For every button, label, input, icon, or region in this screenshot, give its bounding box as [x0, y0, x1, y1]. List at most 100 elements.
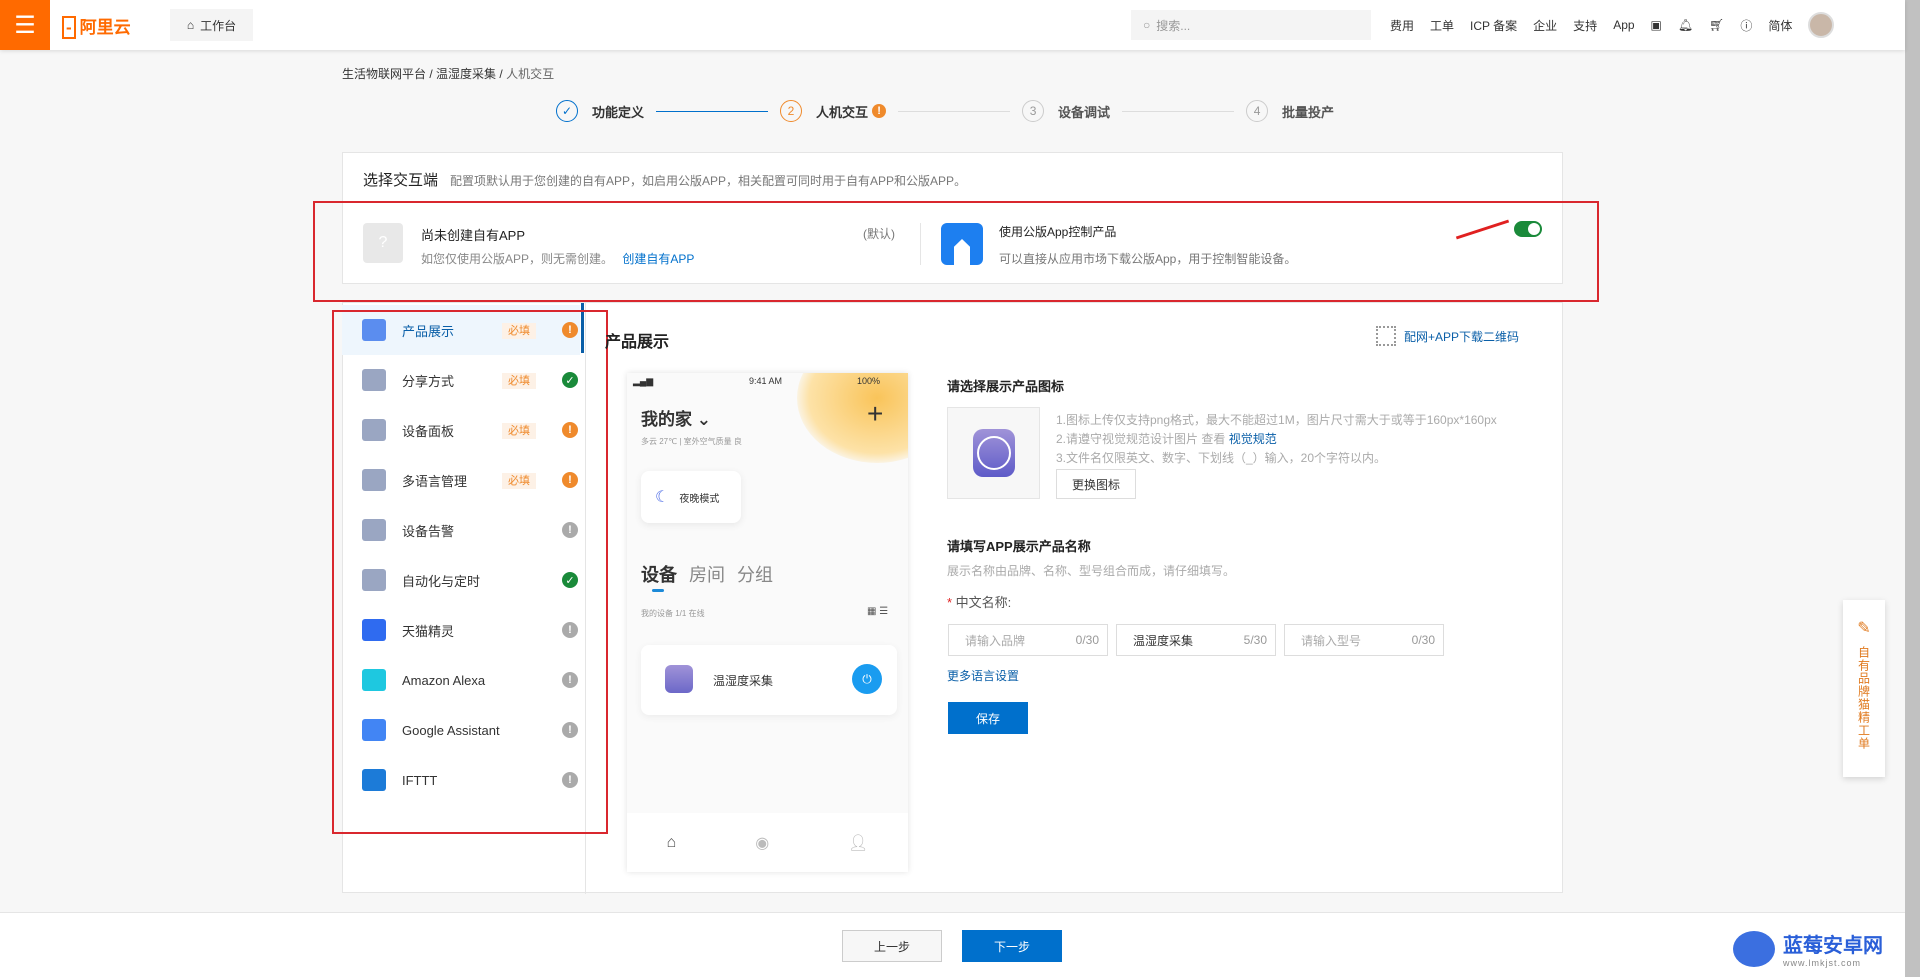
sidebar-item[interactable]: Amazon Alexa !	[342, 655, 582, 705]
step-warning-icon: !	[872, 104, 887, 118]
step-1-check-icon: ✓	[556, 100, 578, 122]
section-title: 产品展示	[605, 334, 670, 351]
top-navbar: ☰ - 阿里云 ⌂ 工作台 ○ 搜索... 费用 工单 ICP 备案 企业 支持 Ap…	[0, 0, 1905, 50]
selector-title: 选择交互端	[363, 172, 439, 189]
more-language-link[interactable]: 更多语言设置	[947, 667, 1019, 684]
nav-support[interactable]: 支持	[1573, 17, 1597, 34]
required-tag: 必填	[502, 373, 536, 389]
scrollbar[interactable]	[1905, 0, 1920, 977]
sidebar-item-icon	[362, 469, 386, 491]
watermark: 蓝莓安卓网 www.lmkjst.com	[1725, 920, 1905, 977]
sidebar-item[interactable]: 天猫精灵 !	[342, 605, 582, 655]
public-app-title: 使用公版App控制产品	[999, 225, 1117, 239]
search-input[interactable]: ○ 搜索...	[1131, 10, 1371, 40]
status-warn-icon: !	[562, 322, 578, 338]
required-tag: 必填	[502, 323, 536, 339]
sidebar-item[interactable]: IFTTT !	[342, 755, 582, 805]
menu-icon[interactable]: ☰	[0, 0, 50, 50]
sidebar-item-icon	[362, 569, 386, 591]
sidebar-item-icon	[362, 719, 386, 741]
status-ok-icon: ✓	[562, 572, 578, 588]
nav-enterprise[interactable]: 企业	[1533, 17, 1557, 34]
stepper: ✓ 功能定义 2 人机交互 ! 3 设备调试 4 批量投产	[556, 100, 1334, 122]
model-input[interactable]: 请输入型号 0/30	[1284, 624, 1444, 656]
sidebar-item-icon	[362, 419, 386, 441]
terminal-icon[interactable]: ▣	[1651, 18, 1662, 32]
public-app-desc: 可以直接从应用市场下载公版App，用于控制智能设备。	[999, 252, 1297, 266]
required-tag: 必填	[502, 473, 536, 489]
status-ok-icon: ✓	[562, 372, 578, 388]
step-divider	[1122, 110, 1235, 112]
sidebar-item-label: 多语言管理	[402, 473, 468, 489]
step-2-label: 人机交互	[816, 104, 869, 120]
workbench-button[interactable]: ⌂ 工作台	[170, 9, 253, 41]
step-divider	[656, 110, 769, 112]
default-label: (默认)	[863, 227, 895, 241]
nav-icp[interactable]: ICP 备案	[1470, 17, 1517, 34]
moon-icon: ☾	[655, 489, 670, 506]
save-button[interactable]: 保存	[948, 702, 1028, 734]
sidebar-item[interactable]: 多语言管理 必填 !	[342, 455, 582, 505]
change-icon-button[interactable]: 更换图标	[1056, 469, 1136, 499]
rule-1: 1.图标上传仅支持png格式，最大不能超过1M，图片尺寸需大于或等于160px*…	[1056, 413, 1497, 427]
sidebar-item-label: 设备面板	[402, 423, 455, 439]
next-step-button[interactable]: 下一步	[962, 930, 1062, 962]
sidebar-item[interactable]: 分享方式 必填 ✓	[342, 355, 582, 405]
create-own-app-link[interactable]: 创建自有APP	[622, 252, 694, 266]
sidebar-item-label: 产品展示	[402, 323, 455, 339]
rule-2: 2.请遵守视觉规范设计图片 查看	[1056, 432, 1229, 446]
placeholder-app-icon: ?	[363, 223, 403, 263]
sidebar-item[interactable]: Google Assistant !	[342, 705, 582, 755]
smart-tab-icon: ◉	[755, 834, 770, 852]
name-input[interactable]: 温湿度采集 5/30	[1116, 624, 1276, 656]
selector-desc: 配置项默认用于您创建的自有APP，如启用公版APP，相关配置可同时用于自有APP…	[450, 174, 967, 188]
sidebar-item-label: 天猫精灵	[402, 623, 455, 639]
step-3-label: 设备调试	[1058, 104, 1111, 120]
sidebar-item[interactable]: 产品展示 必填 !	[342, 305, 582, 355]
nav-app[interactable]: App	[1613, 18, 1634, 32]
avatar[interactable]	[1808, 12, 1835, 38]
brand-input[interactable]: 请输入品牌 0/30	[948, 624, 1108, 656]
crumb-product[interactable]: 温湿度采集	[436, 67, 496, 81]
footer-bar	[0, 912, 1905, 977]
prev-step-button[interactable]: 上一步	[842, 930, 942, 962]
sidebar-item-label: Amazon Alexa	[402, 672, 486, 688]
status-info-icon: !	[562, 522, 578, 538]
product-icon-preview	[947, 407, 1040, 499]
sidebar-item[interactable]: 设备告警 !	[342, 505, 582, 555]
sidebar-item-icon	[362, 369, 386, 391]
nav-tickets[interactable]: 工单	[1430, 17, 1454, 34]
power-icon: ⏻	[852, 664, 882, 694]
sidebar-item[interactable]: 自动化与定时 ✓	[342, 555, 582, 605]
sidebar-item-label: IFTTT	[402, 772, 438, 788]
sidebar-item-label: Google Assistant	[402, 722, 500, 738]
name-section-title: 请填写APP展示产品名称	[947, 539, 1091, 554]
visual-spec-link[interactable]: 视觉规范	[1229, 432, 1277, 446]
cart-icon[interactable]: 🛒︎	[1709, 18, 1724, 32]
step-4-label: 批量投产	[1282, 104, 1335, 120]
home-tab-icon: ⌂	[666, 833, 677, 851]
bell-icon[interactable]: 🔔︎	[1678, 18, 1693, 32]
public-app-toggle[interactable]	[1514, 221, 1542, 237]
language-switch[interactable]: 简体	[1768, 17, 1792, 34]
status-info-icon: !	[562, 622, 578, 638]
crumb-platform[interactable]: 生活物联网平台	[342, 67, 426, 81]
step-3-number: 3	[1022, 100, 1045, 122]
sidebar-item[interactable]: 设备面板 必填 !	[342, 405, 582, 455]
qr-download-link[interactable]: 配网+APP下载二维码	[1376, 326, 1519, 346]
own-app-desc: 如您仅使用公版APP，则无需创建。	[421, 252, 614, 266]
help-icon[interactable]: ⓘ	[1740, 17, 1752, 34]
step-2-number: 2	[780, 100, 803, 122]
home-icon: ⌂	[186, 18, 195, 32]
own-brand-ticket-float[interactable]: ✎ 自有品牌猫精工单	[1843, 600, 1885, 777]
crumb-current: 人机交互	[506, 67, 555, 81]
name-section-desc: 展示名称由品牌、名称、型号组合而成，请仔细填写。	[947, 564, 1236, 578]
sidebar-item-icon	[362, 669, 386, 691]
home-title: 我的家	[641, 410, 692, 429]
status-warn-icon: !	[562, 422, 578, 438]
aliyun-logo[interactable]: - 阿里云	[62, 13, 131, 39]
sidebar-item-icon	[362, 619, 386, 641]
required-tag: 必填	[502, 423, 536, 439]
nav-fees[interactable]: 费用	[1390, 17, 1414, 34]
step-1-label: 功能定义	[592, 104, 645, 120]
